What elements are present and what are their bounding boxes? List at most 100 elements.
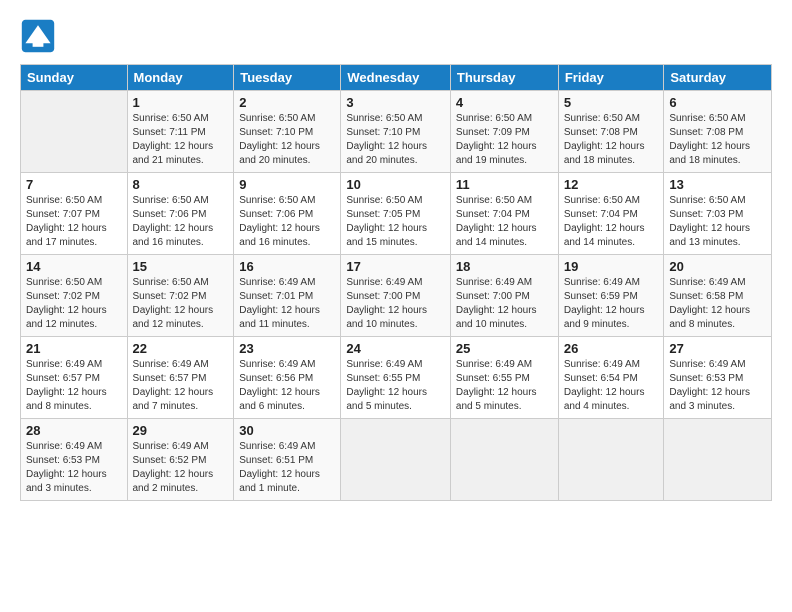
weekday-header-saturday: Saturday xyxy=(664,65,772,91)
calendar-cell: 17 Sunrise: 6:49 AMSunset: 7:00 PMDayligh… xyxy=(341,255,451,337)
day-info: Sunrise: 6:49 AMSunset: 6:55 PMDaylight:… xyxy=(456,358,553,414)
calendar-cell: 30Sunrise: 6:49 AMSunset: 6:51 PMDayligh… xyxy=(234,419,341,501)
day-info: Sunrise: 6:49 AMSunset: 6:58 PMDaylight:… xyxy=(669,276,766,332)
logo-icon xyxy=(20,18,56,54)
calendar-cell xyxy=(341,419,451,501)
day-number: 10 xyxy=(346,177,445,192)
calendar-cell: 15Sunrise: 6:50 AMSunset: 7:02 PMDayligh… xyxy=(127,255,234,337)
day-number: 4 xyxy=(456,95,553,110)
logo xyxy=(20,18,60,54)
calendar-cell: 8 Sunrise: 6:50 AMSunset: 7:06 PMDaylight… xyxy=(127,173,234,255)
day-number: 26 xyxy=(564,341,659,356)
day-info: Sunrise: 6:49 AMSunset: 6:51 PMDaylight:… xyxy=(239,440,335,496)
calendar-week-row: 1 Sunrise: 6:50 AMSunset: 7:11 PMDaylight… xyxy=(21,91,772,173)
day-info: Sunrise: 6:50 AMSunset: 7:06 PMDaylight:… xyxy=(133,194,229,250)
calendar-cell xyxy=(558,419,664,501)
calendar-cell: 7Sunrise: 6:50 AMSunset: 7:07 PMDaylight… xyxy=(21,173,128,255)
page: SundayMondayTuesdayWednesdayThursdayFrid… xyxy=(0,0,792,612)
calendar-cell: 1 Sunrise: 6:50 AMSunset: 7:11 PMDaylight… xyxy=(127,91,234,173)
day-number: 3 xyxy=(346,95,445,110)
day-info: Sunrise: 6:50 AMSunset: 7:04 PMDaylight:… xyxy=(456,194,553,250)
header xyxy=(20,18,772,54)
day-number: 14 xyxy=(26,259,122,274)
day-number: 13 xyxy=(669,177,766,192)
day-info: Sunrise: 6:49 AMSunset: 6:56 PMDaylight:… xyxy=(239,358,335,414)
calendar-cell: 20 Sunrise: 6:49 AMSunset: 6:58 PMDayligh… xyxy=(664,255,772,337)
calendar-cell: 11 Sunrise: 6:50 AMSunset: 7:04 PMDayligh… xyxy=(450,173,558,255)
calendar-cell: 6 Sunrise: 6:50 AMSunset: 7:08 PMDaylight… xyxy=(664,91,772,173)
day-info: Sunrise: 6:49 AMSunset: 6:57 PMDaylight:… xyxy=(26,358,122,414)
day-info: Sunrise: 6:50 AMSunset: 7:10 PMDaylight:… xyxy=(239,112,335,168)
day-number: 5 xyxy=(564,95,659,110)
calendar-week-row: 21Sunrise: 6:49 AMSunset: 6:57 PMDayligh… xyxy=(21,337,772,419)
calendar-cell: 14Sunrise: 6:50 AMSunset: 7:02 PMDayligh… xyxy=(21,255,128,337)
calendar-cell: 23Sunrise: 6:49 AMSunset: 6:56 PMDayligh… xyxy=(234,337,341,419)
calendar-cell: 10 Sunrise: 6:50 AMSunset: 7:05 PMDayligh… xyxy=(341,173,451,255)
calendar-cell xyxy=(664,419,772,501)
day-number: 29 xyxy=(133,423,229,438)
day-number: 12 xyxy=(564,177,659,192)
day-info: Sunrise: 6:50 AMSunset: 7:03 PMDaylight:… xyxy=(669,194,766,250)
day-info: Sunrise: 6:49 AMSunset: 6:59 PMDaylight:… xyxy=(564,276,659,332)
weekday-header-friday: Friday xyxy=(558,65,664,91)
day-number: 8 xyxy=(133,177,229,192)
day-number: 11 xyxy=(456,177,553,192)
day-info: Sunrise: 6:50 AMSunset: 7:08 PMDaylight:… xyxy=(564,112,659,168)
weekday-header-wednesday: Wednesday xyxy=(341,65,451,91)
calendar-cell: 3 Sunrise: 6:50 AMSunset: 7:10 PMDaylight… xyxy=(341,91,451,173)
calendar-cell: 4 Sunrise: 6:50 AMSunset: 7:09 PMDaylight… xyxy=(450,91,558,173)
day-number: 19 xyxy=(564,259,659,274)
calendar-cell: 16 Sunrise: 6:49 AMSunset: 7:01 PMDayligh… xyxy=(234,255,341,337)
day-info: Sunrise: 6:50 AMSunset: 7:11 PMDaylight:… xyxy=(133,112,229,168)
calendar-cell: 12 Sunrise: 6:50 AMSunset: 7:04 PMDayligh… xyxy=(558,173,664,255)
day-number: 28 xyxy=(26,423,122,438)
calendar-cell: 18Sunrise: 6:49 AMSunset: 7:00 PMDayligh… xyxy=(450,255,558,337)
calendar-week-row: 28Sunrise: 6:49 AMSunset: 6:53 PMDayligh… xyxy=(21,419,772,501)
calendar-cell: 27Sunrise: 6:49 AMSunset: 6:53 PMDayligh… xyxy=(664,337,772,419)
calendar-cell: 29 Sunrise: 6:49 AMSunset: 6:52 PMDayligh… xyxy=(127,419,234,501)
day-number: 20 xyxy=(669,259,766,274)
day-info: Sunrise: 6:49 AMSunset: 6:55 PMDaylight:… xyxy=(346,358,445,414)
weekday-header-tuesday: Tuesday xyxy=(234,65,341,91)
calendar-cell: 2 Sunrise: 6:50 AMSunset: 7:10 PMDaylight… xyxy=(234,91,341,173)
day-number: 18 xyxy=(456,259,553,274)
day-info: Sunrise: 6:49 AMSunset: 6:54 PMDaylight:… xyxy=(564,358,659,414)
day-info: Sunrise: 6:50 AMSunset: 7:04 PMDaylight:… xyxy=(564,194,659,250)
day-info: Sunrise: 6:50 AMSunset: 7:09 PMDaylight:… xyxy=(456,112,553,168)
calendar-table: SundayMondayTuesdayWednesdayThursdayFrid… xyxy=(20,64,772,501)
day-info: Sunrise: 6:50 AMSunset: 7:10 PMDaylight:… xyxy=(346,112,445,168)
day-info: Sunrise: 6:49 AMSunset: 7:00 PMDaylight:… xyxy=(346,276,445,332)
day-info: Sunrise: 6:50 AMSunset: 7:05 PMDaylight:… xyxy=(346,194,445,250)
day-info: Sunrise: 6:50 AMSunset: 7:06 PMDaylight:… xyxy=(239,194,335,250)
day-number: 16 xyxy=(239,259,335,274)
calendar-cell: 24 Sunrise: 6:49 AMSunset: 6:55 PMDayligh… xyxy=(341,337,451,419)
calendar-cell: 26 Sunrise: 6:49 AMSunset: 6:54 PMDayligh… xyxy=(558,337,664,419)
calendar-cell: 19 Sunrise: 6:49 AMSunset: 6:59 PMDayligh… xyxy=(558,255,664,337)
day-number: 24 xyxy=(346,341,445,356)
calendar-cell xyxy=(450,419,558,501)
day-info: Sunrise: 6:49 AMSunset: 6:52 PMDaylight:… xyxy=(133,440,229,496)
calendar-cell: 25 Sunrise: 6:49 AMSunset: 6:55 PMDayligh… xyxy=(450,337,558,419)
day-info: Sunrise: 6:49 AMSunset: 6:57 PMDaylight:… xyxy=(133,358,229,414)
weekday-header-thursday: Thursday xyxy=(450,65,558,91)
day-info: Sunrise: 6:50 AMSunset: 7:08 PMDaylight:… xyxy=(669,112,766,168)
day-number: 25 xyxy=(456,341,553,356)
calendar-cell xyxy=(21,91,128,173)
calendar-cell: 13 Sunrise: 6:50 AMSunset: 7:03 PMDayligh… xyxy=(664,173,772,255)
day-number: 1 xyxy=(133,95,229,110)
weekday-header-monday: Monday xyxy=(127,65,234,91)
calendar-cell: 5 Sunrise: 6:50 AMSunset: 7:08 PMDaylight… xyxy=(558,91,664,173)
day-number: 17 xyxy=(346,259,445,274)
day-number: 27 xyxy=(669,341,766,356)
day-number: 7 xyxy=(26,177,122,192)
calendar-cell: 21Sunrise: 6:49 AMSunset: 6:57 PMDayligh… xyxy=(21,337,128,419)
day-number: 2 xyxy=(239,95,335,110)
day-info: Sunrise: 6:49 AMSunset: 7:01 PMDaylight:… xyxy=(239,276,335,332)
day-number: 22 xyxy=(133,341,229,356)
calendar-cell: 9Sunrise: 6:50 AMSunset: 7:06 PMDaylight… xyxy=(234,173,341,255)
calendar-week-row: 14Sunrise: 6:50 AMSunset: 7:02 PMDayligh… xyxy=(21,255,772,337)
day-number: 6 xyxy=(669,95,766,110)
weekday-header-row: SundayMondayTuesdayWednesdayThursdayFrid… xyxy=(21,65,772,91)
weekday-header-sunday: Sunday xyxy=(21,65,128,91)
calendar-cell: 22 Sunrise: 6:49 AMSunset: 6:57 PMDayligh… xyxy=(127,337,234,419)
